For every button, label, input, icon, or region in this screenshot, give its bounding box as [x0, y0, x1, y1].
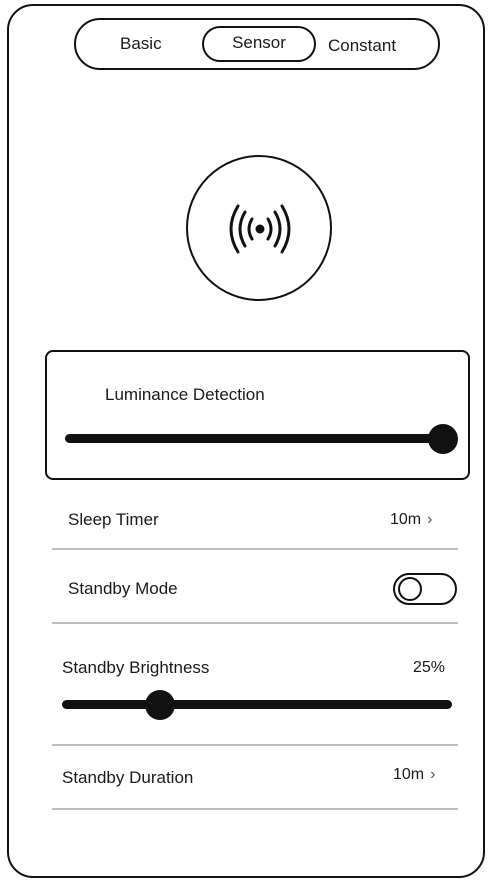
sensor-waves-icon [229, 204, 291, 254]
tab-sensor[interactable]: Sensor [202, 26, 316, 62]
chevron-right-icon: › [430, 766, 436, 783]
standby-mode-label: Standby Mode [68, 579, 178, 598]
luminance-slider-track[interactable] [65, 434, 443, 443]
tab-basic[interactable]: Basic [120, 34, 162, 54]
standby-brightness-slider-knob[interactable] [144, 690, 175, 720]
luminance-panel: Luminance Detection [45, 350, 470, 480]
divider [52, 808, 458, 810]
sleep-timer-label: Sleep Timer [68, 510, 159, 529]
chevron-right-icon: › [427, 511, 433, 528]
luminance-slider-knob[interactable] [428, 424, 458, 454]
tab-constant[interactable]: Constant [328, 36, 396, 56]
luminance-label: Luminance Detection [105, 385, 265, 404]
standby-mode-toggle[interactable] [393, 573, 457, 605]
standby-duration-value-wrap: 10m › [393, 766, 435, 784]
standby-brightness-label: Standby Brightness [62, 658, 210, 677]
standby-duration-label: Standby Duration [62, 768, 194, 787]
sensor-button[interactable] [186, 155, 332, 301]
standby-duration-value: 10m [393, 766, 425, 783]
mode-tab-bar: Basic Sensor Constant [74, 18, 440, 70]
sleep-timer-value: 10m [390, 511, 422, 528]
divider [52, 744, 458, 746]
standby-brightness-slider-track[interactable] [62, 700, 452, 709]
sleep-timer-value-wrap: 10m › [390, 511, 432, 529]
toggle-knob [398, 577, 422, 601]
divider [52, 548, 458, 550]
divider [52, 622, 458, 624]
standby-brightness-value: 25% [413, 659, 446, 676]
